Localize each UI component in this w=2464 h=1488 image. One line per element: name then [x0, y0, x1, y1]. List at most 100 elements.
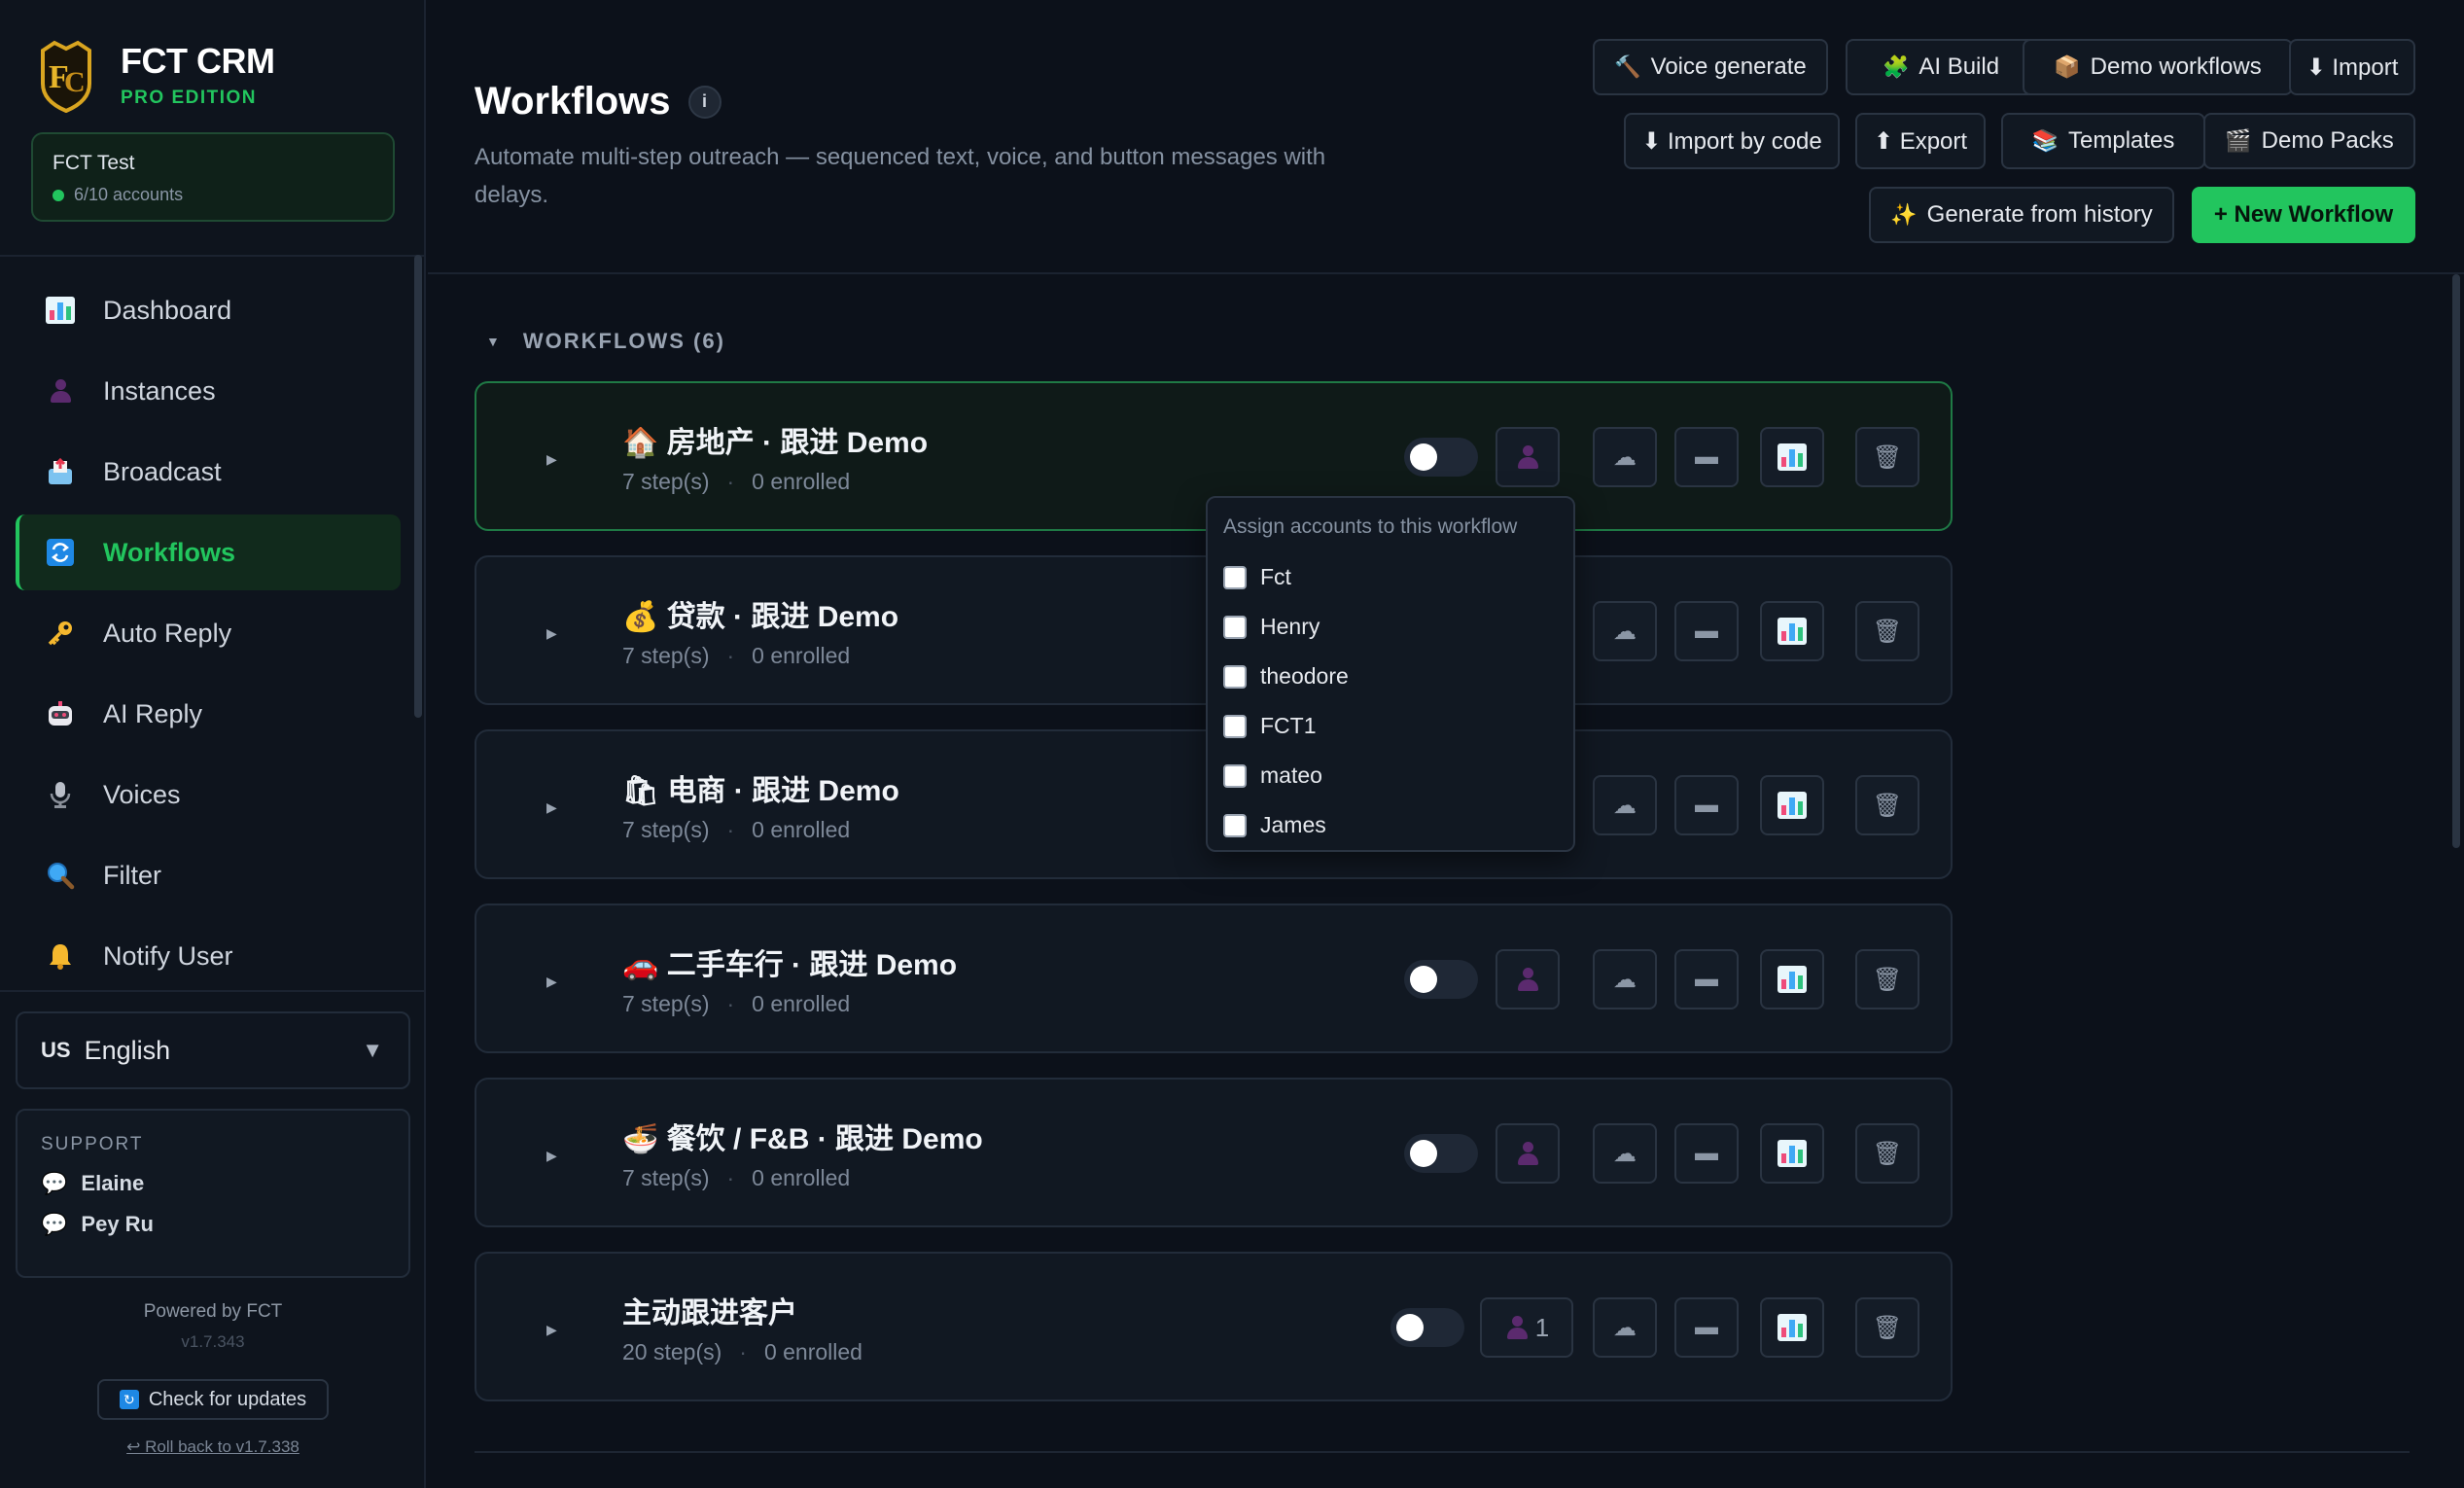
content-scrollbar[interactable] — [2452, 274, 2460, 848]
duplicate-button[interactable]: ▬ — [1674, 949, 1739, 1010]
account-option-mateo[interactable]: mateo — [1223, 762, 1558, 789]
cloud-icon[interactable]: ☁ — [1593, 949, 1657, 1010]
cloud-icon[interactable]: ☁ — [1593, 1123, 1657, 1184]
account-switcher[interactable]: FCT Test 6/10 accounts — [31, 132, 395, 222]
books-icon: 📚 — [2031, 128, 2059, 153]
stats-button[interactable] — [1760, 775, 1824, 835]
delete-button[interactable]: 🗑 — [1855, 601, 1919, 661]
ai-build-button[interactable]: 🧩 AI Build — [1846, 39, 2036, 95]
delete-button[interactable]: 🗑 — [1855, 1297, 1919, 1358]
button-label: AI Build — [1918, 53, 2000, 80]
sidebar-scrollbar[interactable] — [414, 255, 422, 718]
checkbox[interactable] — [1223, 714, 1247, 738]
account-option-james[interactable]: James — [1223, 812, 1558, 838]
expand-triangle-icon[interactable]: ▶ — [546, 974, 557, 990]
workflow-toggle[interactable] — [1404, 438, 1478, 477]
brand[interactable]: F C FCT CRM PRO EDITION — [39, 37, 275, 114]
stats-button[interactable] — [1760, 1123, 1824, 1184]
cloud-icon[interactable]: ☁ — [1593, 775, 1657, 835]
expand-triangle-icon[interactable]: ▶ — [546, 1148, 557, 1164]
expand-triangle-icon[interactable]: ▶ — [546, 625, 557, 642]
account-option-fct[interactable]: Fct — [1223, 564, 1558, 590]
account-option-fct1[interactable]: FCT1 — [1223, 713, 1558, 739]
info-icon[interactable]: i — [687, 85, 722, 119]
templates-button[interactable]: 📚 Templates — [2001, 113, 2205, 169]
checkbox[interactable] — [1223, 763, 1247, 788]
sidebar-item-broadcast[interactable]: Broadcast — [16, 434, 401, 510]
sidebar-item-label: Dashboard — [103, 295, 232, 325]
import-button[interactable]: ⬇ Import — [2289, 39, 2415, 95]
cloud-icon[interactable]: ☁ — [1593, 601, 1657, 661]
cloud-icon[interactable]: ☁ — [1593, 427, 1657, 487]
sidebar-item-notify-user[interactable]: Notify User — [16, 918, 401, 994]
workflow-toggle[interactable] — [1404, 1134, 1478, 1173]
delete-button[interactable]: 🗑 — [1855, 427, 1919, 487]
rollback-link[interactable]: ↩ Roll back to v1.7.338 — [0, 1437, 426, 1457]
checkbox[interactable] — [1223, 813, 1247, 837]
sidebar-item-instances[interactable]: Instances — [16, 353, 401, 429]
workflow-title-text: 电商 · 跟进 Demo — [667, 775, 899, 807]
workflow-meta: 20 step(s) · 0 enrolled — [622, 1339, 862, 1364]
cloud-icon[interactable]: ☁ — [1593, 1297, 1657, 1358]
account-option-henry[interactable]: Henry — [1223, 614, 1558, 640]
new-workflow-button[interactable]: + New Workflow — [2192, 187, 2415, 243]
expand-triangle-icon[interactable]: ▶ — [546, 799, 557, 816]
assign-accounts-button[interactable] — [1496, 1123, 1560, 1184]
assign-accounts-popover: Assign accounts to this workflow Fct Hen… — [1206, 496, 1575, 852]
assign-accounts-button[interactable] — [1496, 949, 1560, 1010]
delete-button[interactable]: 🗑 — [1855, 1123, 1919, 1184]
delete-button[interactable]: 🗑 — [1855, 949, 1919, 1010]
duplicate-button[interactable]: ▬ — [1674, 427, 1739, 487]
check-updates-button[interactable]: ↻ Check for updates — [97, 1379, 329, 1420]
workflow-row[interactable]: ▶ 🍜 餐饮 / F&B · 跟进 Demo 7 step(s) · 0 enrol… — [475, 1078, 1953, 1227]
generate-from-history-button[interactable]: ✨ Generate from history — [1869, 187, 2174, 243]
sidebar-item-ai-reply[interactable]: AI Reply — [16, 676, 401, 752]
support-contact-elaine[interactable]: 💬 Elaine — [41, 1171, 385, 1196]
sidebar-item-filter[interactable]: Filter — [16, 837, 401, 913]
account-count: 6/10 accounts — [53, 185, 373, 205]
assign-accounts-button[interactable]: 1 — [1480, 1297, 1573, 1358]
import-by-code-button[interactable]: ⬇ Import by code — [1624, 113, 1840, 169]
sidebar-item-label: Auto Reply — [103, 618, 232, 648]
stats-button[interactable] — [1760, 1297, 1824, 1358]
language-label: English — [84, 1035, 171, 1065]
language-select[interactable]: US English ▼ — [16, 1011, 410, 1089]
account-option-label: Henry — [1260, 614, 1320, 639]
workflow-title: 🍜 餐饮 / F&B · 跟进 Demo — [622, 1115, 983, 1157]
sidebar-item-auto-reply[interactable]: Auto Reply — [16, 595, 401, 671]
voice-generate-button[interactable]: 🔨 Voice generate — [1593, 39, 1828, 95]
divider — [0, 255, 424, 257]
duplicate-button[interactable]: ▬ — [1674, 1123, 1739, 1184]
duplicate-button[interactable]: ▬ — [1674, 775, 1739, 835]
stats-button[interactable] — [1760, 949, 1824, 1010]
sidebar-item-dashboard[interactable]: Dashboard — [16, 272, 401, 348]
duplicate-button[interactable]: ▬ — [1674, 601, 1739, 661]
workflows-section-toggle[interactable]: ▼ WORKFLOWS (6) — [486, 329, 725, 354]
delete-button[interactable]: 🗑 — [1855, 775, 1919, 835]
assign-accounts-button[interactable] — [1496, 427, 1560, 487]
fct-shield-logo: F C — [39, 37, 93, 114]
demo-workflows-button[interactable]: 📦 Demo workflows — [2023, 39, 2293, 95]
stats-button[interactable] — [1760, 427, 1824, 487]
support-contact-pey-ru[interactable]: 💬 Pey Ru — [41, 1212, 385, 1237]
demo-packs-button[interactable]: 🎬 Demo Packs — [2203, 113, 2415, 169]
workflow-toggle[interactable] — [1390, 1308, 1464, 1347]
account-option-theodore[interactable]: theodore — [1223, 663, 1558, 690]
expand-triangle-icon[interactable]: ▶ — [546, 451, 557, 468]
expand-triangle-icon[interactable]: ▶ — [546, 1322, 557, 1338]
workflow-toggle[interactable] — [1404, 960, 1478, 999]
export-button[interactable]: ⬆ Export — [1855, 113, 1986, 169]
duplicate-button[interactable]: ▬ — [1674, 1297, 1739, 1358]
checkbox[interactable] — [1223, 615, 1247, 639]
checkbox[interactable] — [1223, 565, 1247, 589]
checkbox[interactable] — [1223, 664, 1247, 689]
workflow-row[interactable]: ▶ 🚗 二手车行 · 跟进 Demo 7 step(s) · 0 enrolled … — [475, 903, 1953, 1053]
workflow-enrolled: 0 enrolled — [752, 1165, 851, 1190]
button-label: Demo Packs — [2261, 127, 2394, 154]
workflow-row[interactable]: ▶ 主动跟进客户 20 step(s) · 0 enrolled 1 ☁ ▬ 🗑 — [475, 1252, 1953, 1401]
sidebar-item-workflows[interactable]: Workflows — [16, 514, 401, 590]
bell-icon — [43, 939, 78, 974]
sidebar-item-voices[interactable]: Voices — [16, 757, 401, 833]
stats-button[interactable] — [1760, 601, 1824, 661]
page-subtitle: Automate multi-step outreach — sequenced… — [475, 144, 1326, 208]
